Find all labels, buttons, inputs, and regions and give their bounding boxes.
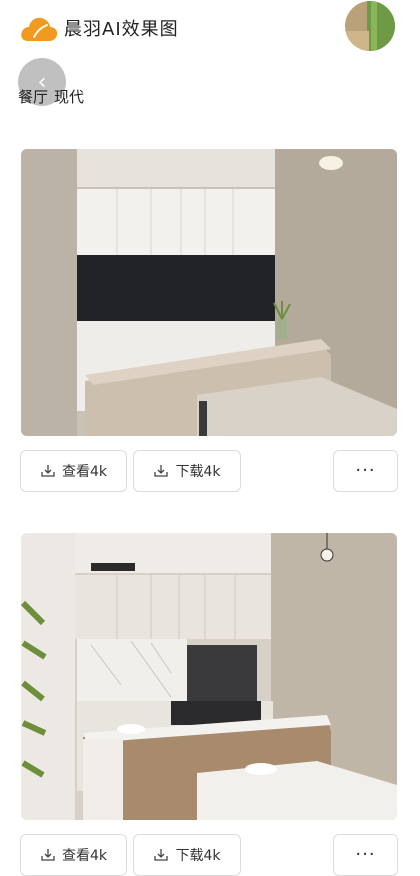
view-4k-button[interactable]: 查看4k (20, 834, 127, 876)
render-image-1[interactable] (21, 149, 397, 436)
view-4k-label: 查看4k (61, 848, 107, 864)
download-icon (154, 465, 169, 477)
more-button[interactable]: ··· (333, 450, 398, 492)
download-icon (41, 465, 55, 477)
cloud-logo-icon (20, 13, 58, 43)
app-title: 晨羽AI效果图 (64, 19, 179, 40)
download-4k-button[interactable]: 下载4k (133, 450, 241, 492)
avatar[interactable] (345, 1, 395, 51)
more-button[interactable]: ··· (333, 834, 398, 876)
download-4k-label: 下载4k (175, 848, 221, 864)
view-4k-label: 查看4k (61, 464, 107, 480)
more-icon: ··· (355, 844, 376, 865)
view-4k-button[interactable]: 查看4k (20, 450, 127, 492)
download-icon (154, 849, 169, 861)
download-icon (41, 849, 55, 861)
breadcrumb: 餐厅 现代 (18, 86, 90, 107)
more-icon: ··· (355, 460, 376, 481)
app-header: 晨羽AI效果图 (0, 0, 420, 58)
breadcrumb-room: 餐厅 (18, 88, 49, 106)
download-4k-button[interactable]: 下载4k (133, 834, 241, 876)
breadcrumb-style: 现代 (54, 88, 85, 106)
render-image-2[interactable] (21, 533, 397, 820)
download-4k-label: 下载4k (175, 464, 221, 480)
